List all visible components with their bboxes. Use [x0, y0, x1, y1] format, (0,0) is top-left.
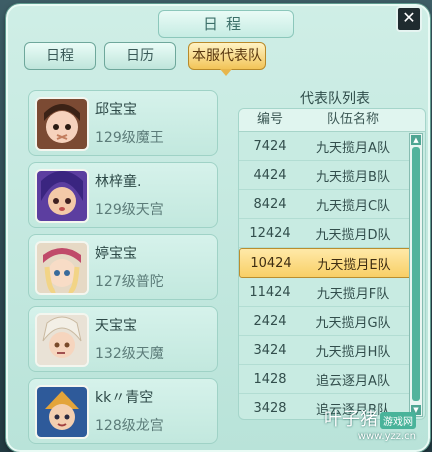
team-number: 1428	[253, 371, 287, 387]
team-list-title: 代表队列表	[300, 91, 370, 107]
table-row[interactable]: 11424 九天揽月F队	[239, 278, 411, 307]
team-number: 10424	[250, 255, 292, 271]
member-name: 婷宝宝	[95, 246, 137, 262]
team-number: 3424	[253, 342, 287, 358]
team-name: 追云逐月A队	[316, 373, 390, 389]
member-card[interactable]: 天宝宝 132级天魔	[28, 306, 218, 372]
member-list: 邱宝宝 129级魔王 林梓童. 129级天宫 婷宝宝 127级普陀 天宝宝 13…	[28, 90, 218, 450]
team-number: 4424	[253, 167, 287, 183]
header-number: 编号	[256, 112, 283, 127]
team-name: 九天揽月C队	[315, 198, 391, 214]
team-number: 11424	[249, 284, 291, 300]
member-name: kk〃青空	[95, 390, 154, 406]
watermark-tag: 游戏网	[380, 412, 416, 429]
watermark-url: www.yzz.cn	[357, 431, 416, 442]
team-number: 2424	[253, 313, 287, 329]
avatar-icon	[35, 241, 89, 295]
team-table: 编号 队伍名称 7424 九天揽月A队 4424 九天揽月B队 8424 九天揽月C队…	[238, 108, 426, 420]
table-row[interactable]: 1428 追云逐月A队	[239, 365, 411, 394]
table-row[interactable]: 4424 九天揽月B队	[239, 161, 411, 190]
window-title: 日程	[158, 10, 294, 38]
table-row[interactable]: 7424 九天揽月A队	[239, 132, 411, 161]
scroll-thumb[interactable]	[412, 147, 420, 401]
team-list-scrollbar[interactable]: ▲ ▼	[409, 133, 423, 417]
member-card[interactable]: 林梓童. 129级天宫	[28, 162, 218, 228]
schedule-panel: 日程 ✕ 日程 日历 本服代表队 邱宝宝 129级魔王 林梓童. 129级天宫 …	[6, 4, 430, 452]
member-card[interactable]: kk〃青空 128级龙宫	[28, 378, 218, 444]
tab-schedule[interactable]: 日程	[24, 42, 96, 70]
avatar-icon	[35, 97, 89, 151]
team-name: 九天揽月A队	[316, 140, 390, 156]
member-level: 127级普陀	[95, 274, 164, 290]
tab-server-team[interactable]: 本服代表队	[188, 42, 266, 76]
avatar-icon	[35, 313, 89, 367]
member-card[interactable]: 婷宝宝 127级普陀	[28, 234, 218, 300]
team-name: 九天揽月D队	[315, 227, 391, 243]
team-number: 12424	[249, 225, 291, 241]
watermark-logo: 叶子猪 游戏网 www.yzz.cn	[316, 405, 416, 442]
header-team-name: 队伍名称	[326, 112, 379, 127]
team-name: 九天揽月B队	[316, 169, 390, 185]
team-table-header: 编号 队伍名称	[239, 109, 425, 132]
member-level: 128级龙宫	[95, 418, 164, 434]
team-number: 7424	[253, 138, 287, 154]
member-level: 132级天魔	[95, 346, 164, 362]
table-row[interactable]: 8424 九天揽月C队	[239, 190, 411, 219]
team-name: 九天揽月G队	[315, 315, 391, 331]
member-name: 林梓童.	[95, 174, 142, 190]
member-level: 129级天宫	[95, 202, 164, 218]
scroll-up-icon[interactable]: ▲	[411, 135, 421, 145]
member-card[interactable]: 邱宝宝 129级魔王	[28, 90, 218, 156]
avatar-icon	[35, 169, 89, 223]
team-name: 九天揽月H队	[315, 344, 391, 360]
table-row-selected[interactable]: 10424 九天揽月E队	[239, 248, 413, 278]
tab-calendar[interactable]: 日历	[104, 42, 176, 70]
team-number: 8424	[253, 196, 287, 212]
close-button[interactable]: ✕	[396, 6, 422, 32]
team-name: 九天揽月F队	[316, 286, 390, 302]
table-row[interactable]: 12424 九天揽月D队	[239, 219, 411, 248]
team-number: 3428	[253, 400, 287, 416]
member-name: 天宝宝	[95, 318, 137, 334]
team-name: 九天揽月E队	[317, 257, 391, 273]
avatar-icon	[35, 385, 89, 439]
table-row[interactable]: 2424 九天揽月G队	[239, 307, 411, 336]
member-name: 邱宝宝	[95, 102, 137, 118]
table-row[interactable]: 3424 九天揽月H队	[239, 336, 411, 365]
watermark-main: 叶子猪	[324, 409, 378, 430]
member-level: 129级魔王	[95, 130, 164, 146]
